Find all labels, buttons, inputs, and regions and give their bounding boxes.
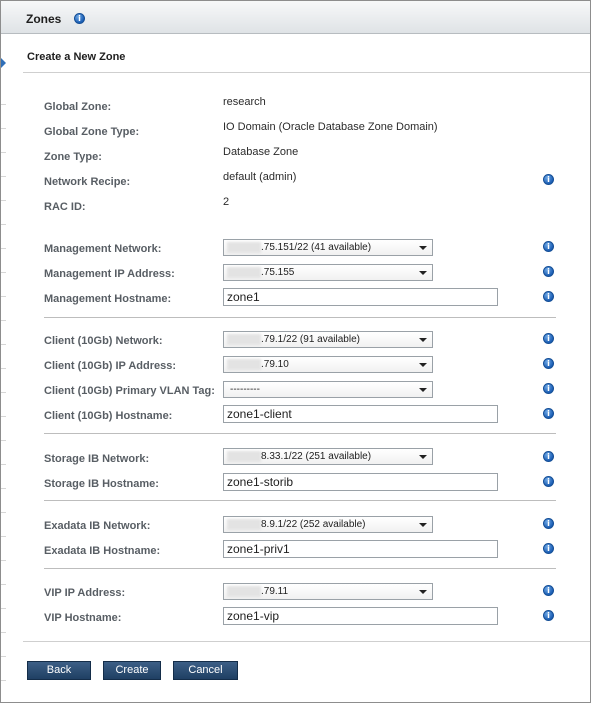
vip-ip-label: VIP IP Address:	[44, 587, 126, 599]
redacted-prefix	[227, 334, 261, 345]
chevron-down-icon	[419, 455, 427, 459]
management-network-select[interactable]: .75.151/22 (41 available)	[223, 239, 433, 256]
storage-ib-network-value: 8.33.1/22 (251 available)	[261, 451, 372, 462]
client-ip-select[interactable]: .79.10	[223, 356, 433, 373]
exadata-ib-hostname-help-icon[interactable]: i	[543, 543, 554, 554]
network-recipe-value: default (admin)	[223, 171, 297, 183]
storage-ib-hostname-label: Storage IB Hostname:	[44, 478, 159, 490]
client-network-help-icon[interactable]: i	[543, 333, 554, 344]
left-edge-lines	[1, 81, 6, 681]
collapse-handle-icon[interactable]	[1, 58, 6, 68]
vip-ip-value: .79.11	[261, 586, 289, 597]
management-hostname-label: Management Hostname:	[44, 293, 172, 305]
panel-title: Create a New Zone	[27, 51, 126, 63]
management-ip-select[interactable]: .75.155	[223, 264, 433, 281]
client-network-select[interactable]: .79.1/22 (91 available)	[223, 331, 433, 348]
client-ip-label: Client (10Gb) IP Address:	[44, 360, 177, 372]
exadata-ib-network-select[interactable]: 8.9.1/22 (252 available)	[223, 516, 433, 533]
redacted-prefix	[227, 359, 261, 370]
vip-ip-select[interactable]: .79.11	[223, 583, 433, 600]
client-hostname-label: Client (10Gb) Hostname:	[44, 410, 173, 422]
redacted-prefix	[227, 242, 261, 253]
management-network-value: .75.151/22 (41 available)	[261, 242, 372, 253]
storage-ib-network-label: Storage IB Network:	[44, 453, 150, 465]
storage-ib-network-help-icon[interactable]: i	[543, 451, 554, 462]
zones-window: Zones i Create a New Zone Global Zone: r…	[0, 0, 591, 703]
vip-hostname-input[interactable]: zone1-vip	[223, 607, 498, 625]
client-hostname-input[interactable]: zone1-client	[223, 405, 498, 423]
section-divider	[44, 500, 556, 501]
client-ip-value: .79.10	[261, 359, 289, 370]
storage-ib-hostname-input[interactable]: zone1-storib	[223, 473, 498, 491]
chevron-down-icon	[419, 363, 427, 367]
window-title: Zones	[26, 12, 62, 26]
client-network-value: .79.1/22 (91 available)	[261, 334, 360, 345]
chevron-down-icon	[419, 590, 427, 594]
storage-ib-hostname-help-icon[interactable]: i	[543, 476, 554, 487]
client-vlan-select[interactable]: ---------	[223, 381, 433, 398]
network-recipe-label: Network Recipe:	[44, 176, 131, 188]
management-ip-value: .75.155	[261, 267, 295, 278]
redacted-prefix	[227, 519, 261, 530]
section-divider	[44, 317, 556, 318]
global-zone-label: Global Zone:	[44, 101, 112, 113]
create-button[interactable]: Create	[103, 661, 161, 680]
management-ip-help-icon[interactable]: i	[543, 266, 554, 277]
client-vlan-label: Client (10Gb) Primary VLAN Tag:	[44, 385, 215, 397]
exadata-ib-hostname-label: Exadata IB Hostname:	[44, 545, 161, 557]
client-hostname-help-icon[interactable]: i	[543, 408, 554, 419]
chevron-down-icon	[419, 523, 427, 527]
rac-id-value: 2	[223, 196, 230, 208]
redacted-prefix	[227, 586, 261, 597]
vip-ip-help-icon[interactable]: i	[543, 585, 554, 596]
rac-id-label: RAC ID:	[44, 201, 86, 213]
client-vlan-help-icon[interactable]: i	[543, 383, 554, 394]
vip-hostname-label: VIP Hostname:	[44, 612, 122, 624]
management-hostname-input[interactable]: zone1	[223, 288, 498, 306]
client-network-label: Client (10Gb) Network:	[44, 335, 163, 347]
client-vlan-value: ---------	[230, 384, 260, 395]
exadata-ib-network-value: 8.9.1/22 (252 available)	[261, 519, 366, 530]
window-titlebar: Zones i	[1, 1, 590, 34]
management-network-help-icon[interactable]: i	[543, 241, 554, 252]
chevron-down-icon	[419, 338, 427, 342]
chevron-down-icon	[419, 246, 427, 250]
chevron-down-icon	[419, 271, 427, 275]
exadata-ib-network-help-icon[interactable]: i	[543, 518, 554, 529]
exadata-ib-hostname-input[interactable]: zone1-priv1	[223, 540, 498, 558]
cancel-button[interactable]: Cancel	[173, 661, 238, 680]
redacted-prefix	[227, 267, 261, 278]
section-divider	[44, 433, 556, 434]
info-icon[interactable]: i	[74, 13, 85, 24]
global-zone-type-label: Global Zone Type:	[44, 126, 140, 138]
storage-ib-network-select[interactable]: 8.33.1/22 (251 available)	[223, 448, 433, 465]
management-network-label: Management Network:	[44, 243, 162, 255]
global-zone-value: research	[223, 96, 266, 108]
section-divider	[44, 568, 556, 569]
management-hostname-help-icon[interactable]: i	[543, 291, 554, 302]
client-ip-help-icon[interactable]: i	[543, 358, 554, 369]
exadata-ib-network-label: Exadata IB Network:	[44, 520, 151, 532]
redacted-prefix	[227, 451, 261, 462]
zone-type-label: Zone Type:	[44, 151, 102, 163]
vip-hostname-help-icon[interactable]: i	[543, 610, 554, 621]
management-ip-label: Management IP Address:	[44, 268, 175, 280]
back-button[interactable]: Back	[27, 661, 91, 680]
global-zone-type-value: IO Domain (Oracle Database Zone Domain)	[223, 121, 438, 133]
zone-type-value: Database Zone	[223, 146, 299, 158]
chevron-down-icon	[419, 388, 427, 392]
network-recipe-help-icon[interactable]: i	[543, 174, 554, 185]
